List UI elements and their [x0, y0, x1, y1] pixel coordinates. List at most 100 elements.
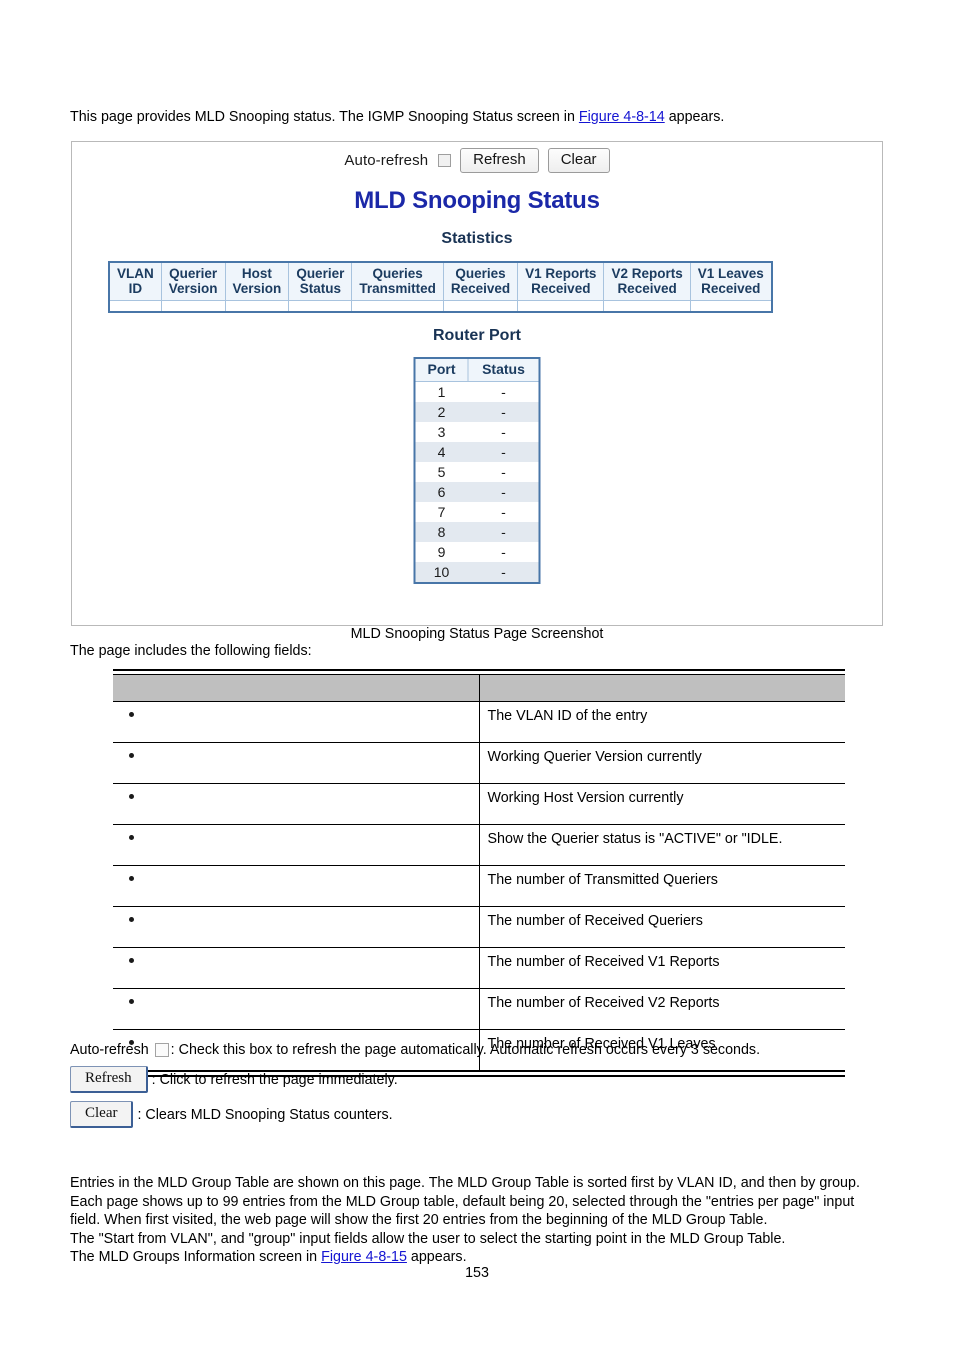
figure-link-4-8-15[interactable]: Figure 4-8-15: [321, 1249, 407, 1265]
statistics-empty-cell: [603, 300, 691, 313]
router-port-cell-status: -: [468, 402, 540, 422]
field-description-cell: The number of Received Queriers: [479, 906, 845, 948]
router-port-table: Port Status 1-2-3-4-5-6-7-8-9-10-: [413, 357, 541, 584]
stat-col-querier-status: Querier Status: [288, 261, 353, 301]
field-description-cell: Working Host Version currently: [479, 783, 845, 825]
router-port-row: 8-: [414, 522, 540, 542]
legend-auto-refresh-checkbox-icon[interactable]: [154, 1043, 169, 1057]
field-object-cell: [113, 906, 480, 948]
statistics-empty-cell: [108, 300, 162, 313]
fields-body: The VLAN ID of the entry Working Querier …: [113, 701, 845, 1072]
router-port-cell-port: 1: [414, 381, 468, 402]
router-port-cell-status: -: [468, 542, 540, 562]
legend-auto-refresh-desc: : Check this box to refresh the page aut…: [170, 1042, 761, 1058]
clear-button[interactable]: Clear: [547, 148, 610, 173]
router-port-row: 5-: [414, 462, 540, 482]
statistics-empty-cell: [442, 300, 519, 313]
router-port-row: 10-: [414, 562, 540, 583]
stat-col-querier-version: Querier Version: [160, 261, 226, 301]
router-port-header-row: Port Status: [414, 357, 540, 382]
document-page: This page provides MLD Snooping status. …: [0, 0, 954, 1350]
field-object-cell: [113, 701, 480, 743]
router-port-cell-status: -: [468, 422, 540, 442]
intro-paragraph: This page provides MLD Snooping status. …: [70, 108, 724, 127]
router-port-cell-port: 5: [414, 462, 468, 482]
field-row: Show the Querier status is "ACTIVE" or "…: [113, 824, 845, 866]
refresh-button[interactable]: Refresh: [460, 148, 539, 173]
stat-col-v1-leaves-received: V1 Leaves Received: [689, 261, 773, 301]
fields-header-row: [113, 674, 845, 702]
closing-line-1: Entries in the MLD Group Table are shown…: [70, 1175, 860, 1191]
auto-refresh-label: Auto-refresh: [344, 152, 429, 169]
field-object-cell: [113, 865, 480, 907]
router-port-cell-port: 8: [414, 522, 468, 542]
router-port-cell-status: -: [468, 562, 540, 583]
router-port-col-port: Port: [414, 357, 469, 382]
closing-line-5-after: appears.: [406, 1249, 467, 1265]
controls-legend: Auto-refresh : Check this box to refresh…: [70, 1040, 760, 1136]
statistics-heading: Statistics: [441, 230, 513, 247]
field-row: The VLAN ID of the entry: [113, 701, 845, 743]
legend-refresh-button[interactable]: Refresh: [70, 1066, 148, 1093]
closing-line-5-before: The MLD Groups Information screen in: [70, 1249, 322, 1265]
router-port-cell-port: 7: [414, 502, 468, 522]
router-port-cell-port: 10: [414, 562, 468, 583]
router-port-cell-port: 2: [414, 402, 468, 422]
stat-col-queries-received: Queries Received: [442, 261, 519, 301]
field-description-cell: Working Querier Version currently: [479, 742, 845, 784]
fields-header-description: [479, 674, 845, 702]
legend-auto-refresh-label: Auto-refresh: [70, 1042, 149, 1058]
router-port-row: 4-: [414, 442, 540, 462]
intro-text-after: appears.: [664, 109, 725, 125]
bullet-icon: [129, 794, 134, 799]
field-description-cell: The number of Transmitted Queriers: [479, 865, 845, 907]
router-port-cell-port: 3: [414, 422, 468, 442]
screenshot-page-title: MLD Snooping Status: [354, 187, 600, 214]
statistics-empty-cell: [517, 300, 605, 313]
field-row: The number of Received Queriers: [113, 906, 845, 948]
intro-text-before: This page provides MLD Snooping status. …: [70, 109, 579, 125]
bullet-icon: [129, 835, 134, 840]
legend-auto-refresh: Auto-refresh : Check this box to refresh…: [70, 1040, 760, 1060]
statistics-body: [108, 300, 773, 313]
field-description-cell: The number of Received V1 Reports: [479, 947, 845, 989]
field-row: The number of Received V1 Reports: [113, 947, 845, 989]
stat-col-v1-reports-received: V1 Reports Received: [517, 261, 605, 301]
fields-lead-in: The page includes the following fields:: [70, 643, 312, 659]
router-port-row: 6-: [414, 482, 540, 502]
screenshot-frame: Auto-refresh Refresh Clear MLD Snooping …: [71, 141, 883, 626]
figure-link-4-8-14[interactable]: Figure 4-8-14: [579, 109, 665, 125]
stat-col-v2-reports-received: V2 Reports Received: [603, 261, 691, 301]
fields-header-object: [113, 674, 480, 702]
legend-refresh: Refresh : Click to refresh the page imme…: [70, 1066, 760, 1093]
screenshot-toolbar: Auto-refresh Refresh Clear: [72, 148, 882, 173]
router-port-body: 1-2-3-4-5-6-7-8-9-10-: [414, 381, 540, 583]
router-port-row: 3-: [414, 422, 540, 442]
router-port-row: 7-: [414, 502, 540, 522]
bullet-icon: [129, 753, 134, 758]
legend-clear: Clear : Clears MLD Snooping Status count…: [70, 1101, 760, 1128]
field-object-cell: [113, 783, 480, 825]
field-description-cell: The number of Received V2 Reports: [479, 988, 845, 1030]
router-port-cell-port: 6: [414, 482, 468, 502]
field-row: The number of Received V2 Reports: [113, 988, 845, 1030]
router-port-heading: Router Port: [433, 327, 521, 344]
router-port-cell-status: -: [468, 381, 540, 402]
router-port-row: 1-: [414, 381, 540, 402]
bullet-icon: [129, 712, 134, 717]
router-port-col-status: Status: [467, 357, 540, 382]
stat-col-queries-transmitted: Queries Transmitted: [351, 261, 444, 301]
field-description-cell: The VLAN ID of the entry: [479, 701, 845, 743]
page-number: 153: [465, 1265, 489, 1281]
router-port-cell-status: -: [468, 482, 540, 502]
legend-clear-button[interactable]: Clear: [70, 1101, 134, 1128]
router-port-cell-status: -: [468, 502, 540, 522]
router-port-cell-status: -: [468, 462, 540, 482]
auto-refresh-checkbox[interactable]: [438, 154, 452, 167]
field-object-cell: [113, 947, 480, 989]
statistics-empty-cell: [288, 300, 353, 313]
router-port-cell-port: 4: [414, 442, 468, 462]
statistics-empty-cell: [224, 300, 290, 313]
statistics-header-row: VLAN ID Querier Version Host Version Que…: [108, 261, 773, 301]
router-port-row: 2-: [414, 402, 540, 422]
